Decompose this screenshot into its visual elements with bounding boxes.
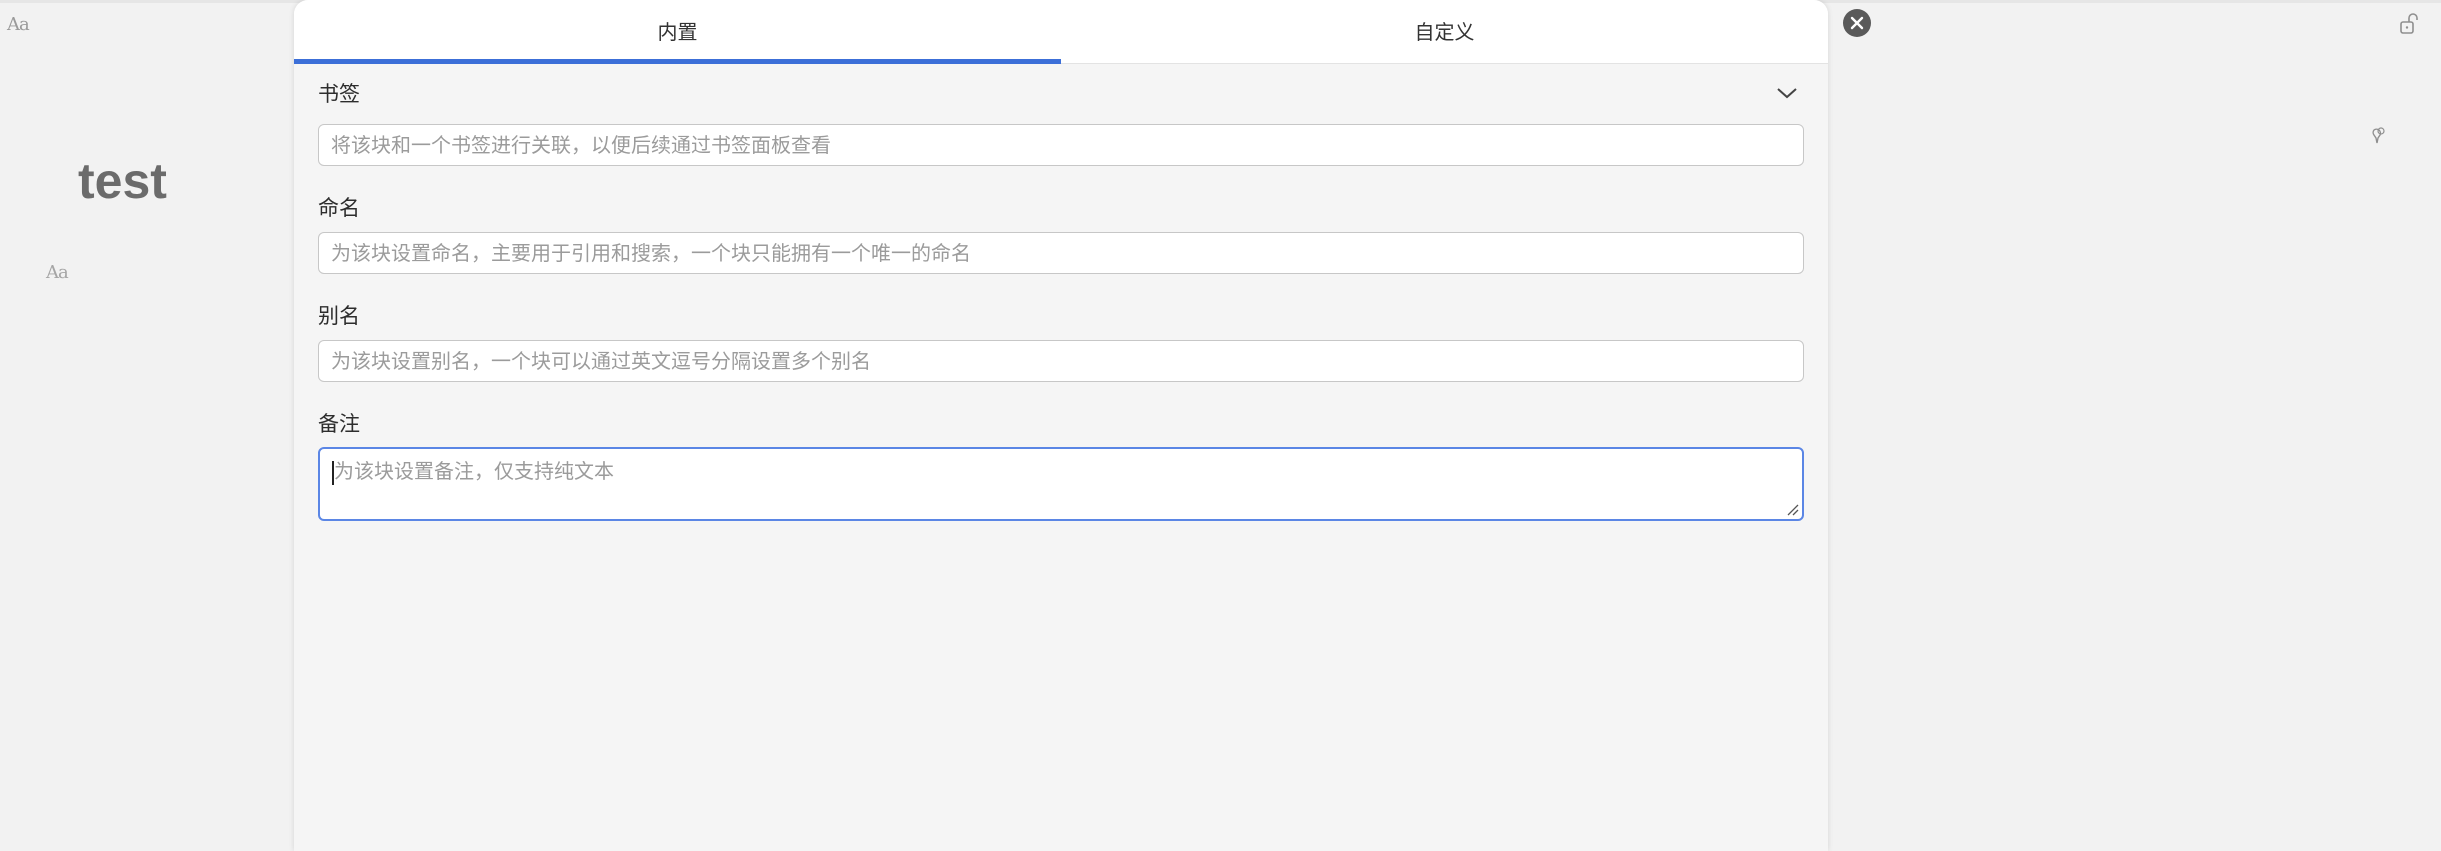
name-input[interactable]: 为该块设置命名，主要用于引用和搜索，一个块只能拥有一个唯一的命名 [318,232,1804,274]
block-font-icon[interactable]: Aa [46,262,69,283]
chevron-down-icon[interactable] [1774,82,1800,104]
bookmark-label: 书签 [318,82,360,106]
close-icon [1850,16,1864,30]
pin-icon[interactable] [2366,126,2388,148]
close-button[interactable] [1843,9,1871,37]
alias-label: 别名 [318,304,360,328]
memo-textarea[interactable]: 为该块设置备注，仅支持纯文本 [318,447,1804,521]
font-size-icon[interactable]: Aa [7,14,30,35]
bookmark-input[interactable]: 将该块和一个书签进行关联，以便后续通过书签面板查看 [318,124,1804,166]
block-attributes-dialog: 内置 自定义 书签 将该块和一个书签进行关联，以便后续通过书签面板查看 命名 为… [294,0,1828,851]
document-title[interactable]: test [78,152,167,210]
resize-grip-icon[interactable] [1785,502,1799,516]
tab-custom[interactable]: 自定义 [1061,0,1828,63]
name-label: 命名 [318,196,360,220]
memo-placeholder: 为该块设置备注，仅支持纯文本 [334,459,614,483]
memo-label: 备注 [318,412,360,436]
tab-builtin[interactable]: 内置 [294,0,1061,64]
tab-bar: 内置 自定义 [294,0,1828,64]
lock-open-icon[interactable] [2398,12,2420,36]
alias-input[interactable]: 为该块设置别名，一个块可以通过英文逗号分隔设置多个别名 [318,340,1804,382]
